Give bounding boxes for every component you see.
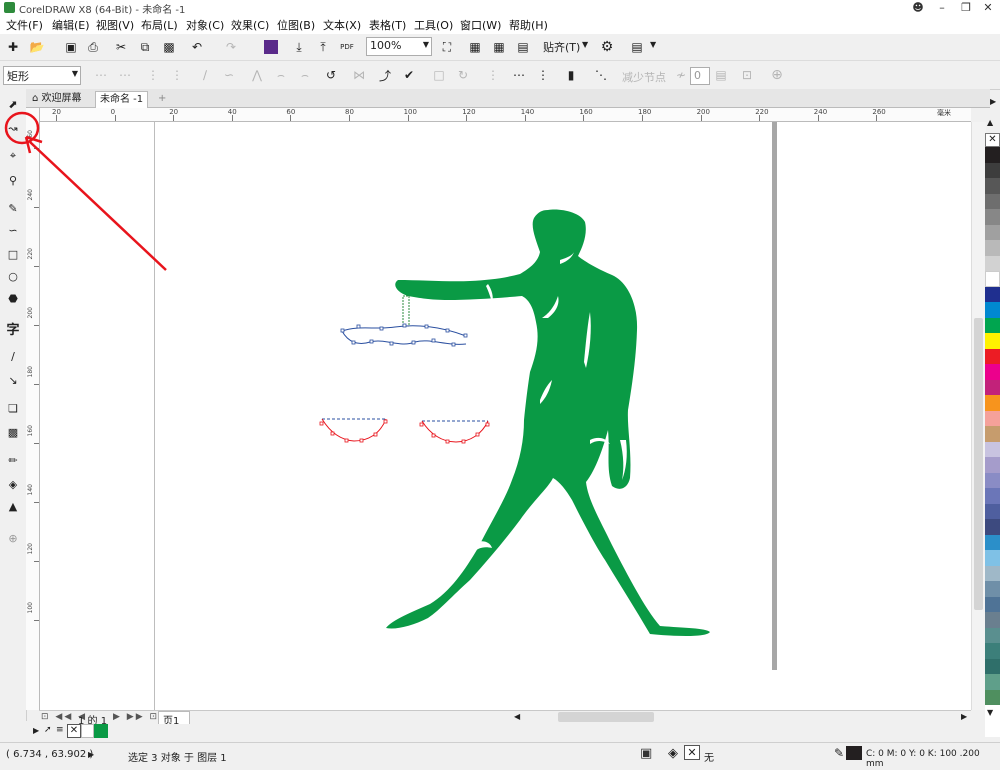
palette-swatch[interactable] (985, 627, 1000, 643)
palette-swatch[interactable] (985, 426, 1000, 442)
palette-swatch[interactable] (985, 147, 1000, 163)
palette-scroll-up-icon[interactable]: ▲ (987, 118, 993, 127)
artwork-layer (4, 111, 710, 637)
pan-bowl (321, 418, 387, 442)
status-expand-icon[interactable]: ▶ (88, 750, 94, 759)
palette-swatch[interactable] (985, 565, 1000, 581)
palette-swatch[interactable] (985, 209, 1000, 225)
beam-lower-edge (341, 330, 467, 345)
palette-swatch[interactable] (985, 550, 1000, 566)
outline-pen-icon: ✎ (834, 746, 845, 760)
color-proof-icon[interactable]: ▣ (640, 746, 652, 761)
fill-status-label: 无 (704, 753, 714, 764)
palette-swatch[interactable] (985, 224, 1000, 240)
red-annotation (4, 111, 167, 271)
palette-swatch[interactable] (985, 596, 1000, 612)
left-scale-pan-curve[interactable] (319, 418, 388, 443)
scroll-left-icon[interactable]: ◀ (514, 712, 520, 721)
palette-swatch[interactable] (985, 302, 1000, 318)
pan-nodes (319, 419, 388, 443)
figure-body-shape (386, 209, 710, 636)
page-nav-next-buttons[interactable]: ▶ ▶▶ ⊡ (113, 712, 159, 722)
horizontal-scroll-thumb[interactable] (558, 712, 654, 722)
scroll-right-icon[interactable]: ▶ (961, 712, 967, 721)
color-palette (985, 147, 1000, 737)
palette-swatch[interactable] (985, 379, 1000, 395)
palette-swatch[interactable] (985, 534, 1000, 550)
palette-swatch[interactable] (985, 441, 1000, 457)
palette-swatch[interactable] (985, 674, 1000, 690)
palette-expand-icon[interactable]: ▶ (33, 726, 39, 735)
palette-swatch[interactable] (985, 410, 1000, 426)
selection-info: 选定 3 对象 于 图层 1 (128, 753, 227, 764)
white-swatch[interactable] (81, 724, 94, 738)
palette-swatch[interactable] (985, 395, 1000, 411)
scroll-thumb[interactable] (974, 318, 983, 610)
beam-nodes (340, 323, 468, 347)
cursor-coordinates: ( 6.734 , 63.902 ) (6, 749, 94, 760)
figure-highlight (614, 528, 630, 552)
palette-swatch[interactable] (985, 193, 1000, 209)
palette-swatch[interactable] (985, 333, 1000, 349)
palette-swatch[interactable] (985, 643, 1000, 659)
fill-none-swatch[interactable]: ✕ (684, 745, 700, 760)
palette-swatch[interactable] (985, 612, 1000, 628)
libra-figure-illustration[interactable] (386, 209, 710, 637)
palette-swatch[interactable] (985, 457, 1000, 473)
palette-swatch[interactable] (985, 503, 1000, 519)
fill-bucket-icon: ◈ (668, 746, 678, 761)
palette-swatch[interactable] (985, 317, 1000, 333)
no-color-swatch[interactable]: ✕ (985, 133, 1000, 147)
palette-swatch[interactable] (985, 286, 1000, 302)
palette-swatch[interactable] (985, 162, 1000, 178)
figure-highlight (490, 425, 512, 436)
green-swatch[interactable] (94, 724, 108, 738)
no-fill-swatch[interactable]: ✕ (67, 724, 81, 738)
pan-nodes (419, 422, 490, 444)
palette-swatch[interactable] (985, 240, 1000, 256)
palette-swatch[interactable] (985, 255, 1000, 271)
palette-swatch[interactable] (985, 488, 1000, 504)
palette-options-icon[interactable]: ≡ (56, 725, 64, 735)
palette-swatch[interactable] (985, 519, 1000, 535)
document-palette (26, 724, 972, 740)
scale-rod (402, 295, 410, 327)
right-scale-pan-curve[interactable] (419, 420, 490, 444)
palette-swatch[interactable] (985, 364, 1000, 380)
palette-swatch[interactable] (985, 348, 1000, 364)
eyedropper-icon[interactable]: ➚ (44, 725, 52, 735)
palette-swatch[interactable] (985, 581, 1000, 597)
palette-swatch[interactable] (985, 271, 1000, 287)
scale-beam-curve[interactable] (340, 295, 468, 347)
outline-info: C: 0 M: 0 Y: 0 K: 100 .200 mm (866, 749, 980, 769)
palette-swatch[interactable] (985, 178, 1000, 194)
palette-swatch[interactable] (985, 689, 1000, 705)
outline-color-swatch[interactable] (846, 746, 862, 760)
annotation-arrow-line (29, 141, 167, 271)
vertical-scrollbar[interactable] (971, 122, 986, 710)
palette-scroll-down-icon[interactable]: ▼ (987, 708, 993, 717)
palette-swatch[interactable] (985, 658, 1000, 674)
pan-bowl (421, 420, 489, 443)
palette-swatch[interactable] (985, 472, 1000, 488)
